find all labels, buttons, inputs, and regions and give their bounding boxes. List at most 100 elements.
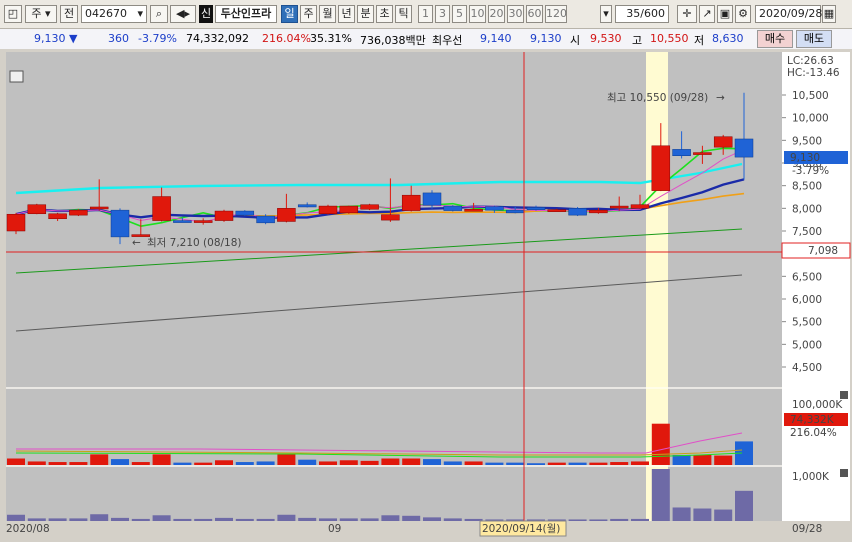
- window-icon[interactable]: ◰: [4, 5, 22, 23]
- interval-button[interactable]: 1: [418, 5, 433, 23]
- price-tick-label: 4,500: [792, 362, 822, 374]
- amount-bar: [298, 517, 317, 521]
- crosshair-price: 7,098: [808, 245, 838, 257]
- current-pct-label: -3.79%: [792, 165, 829, 177]
- amount-bar: [215, 517, 233, 521]
- code-input[interactable]: 042670 ▾: [81, 5, 147, 23]
- interval-button[interactable]: 20: [488, 5, 505, 23]
- interval-button[interactable]: 60: [526, 5, 543, 23]
- period-button[interactable]: 초: [376, 5, 393, 23]
- bid-price: 9,130: [530, 32, 562, 45]
- amount-bar: [173, 518, 192, 521]
- interval-button[interactable]: 3: [435, 5, 450, 23]
- amount-bar: [714, 509, 733, 521]
- current-price: 9,130 ▼: [34, 32, 78, 45]
- candle-body: [651, 145, 671, 191]
- volume-bar: [610, 462, 629, 465]
- candle-body: [27, 204, 47, 215]
- amount-bar: [589, 519, 608, 521]
- period-button[interactable]: 일: [281, 5, 298, 23]
- price-tick-label: 6,500: [792, 271, 822, 283]
- candle-body: [734, 138, 754, 158]
- amount: 736,038백만: [360, 34, 426, 47]
- price-tick-label: 6,000: [792, 294, 822, 306]
- candle-body: [339, 205, 359, 214]
- candle-body: [152, 196, 171, 221]
- market-select[interactable]: 주 ▾: [25, 5, 57, 23]
- volume-bar: [256, 461, 275, 465]
- volume-collapse-icon[interactable]: [840, 391, 848, 399]
- candle-body: [547, 209, 567, 212]
- interval-button[interactable]: 30: [507, 5, 524, 23]
- price-tick-label: 8,500: [792, 181, 822, 193]
- draw-icon[interactable]: ↗: [699, 5, 715, 23]
- crosshair-icon[interactable]: ✛: [677, 5, 697, 23]
- candle-body: [69, 209, 88, 216]
- amount-collapse-icon[interactable]: [840, 469, 848, 477]
- candle-body: [297, 204, 317, 208]
- interval-dropdown[interactable]: ▾: [600, 5, 612, 23]
- candle-body: [89, 206, 109, 210]
- amount-bar: [69, 518, 88, 521]
- x-axis-label: 09: [328, 523, 341, 535]
- amount-bar: [693, 508, 712, 521]
- interval-button[interactable]: 10: [469, 5, 486, 23]
- chart-toolbar: ◰ 주 ▾ 전 042670 ▾ ⌕ ◀▸ 신 두산인프라 일주월년분초틱1351…: [0, 0, 852, 29]
- low-price: 8,630: [712, 32, 744, 45]
- amount-bar: [90, 514, 109, 521]
- amount-bar: [423, 517, 441, 521]
- candle-body: [589, 209, 608, 214]
- period-button[interactable]: 주: [300, 5, 317, 23]
- change-pct: -3.79%: [138, 32, 177, 45]
- candle-body: [256, 215, 275, 224]
- candle-body: [318, 205, 338, 215]
- buy-button[interactable]: 매수: [757, 30, 793, 48]
- lc-indicator: LC:26.63: [787, 55, 834, 67]
- search-icon[interactable]: ⌕: [150, 5, 168, 23]
- volume-bar: [131, 462, 150, 465]
- x-axis-label: 2020/08: [6, 523, 50, 535]
- interval-button[interactable]: 5: [452, 5, 467, 23]
- price-tick-label: 10,500: [792, 90, 829, 102]
- sell-button[interactable]: 매도: [796, 30, 832, 48]
- speaker-icon[interactable]: ◀▸: [170, 5, 196, 23]
- volume-bar: [173, 462, 192, 465]
- volume-bar: [714, 455, 733, 465]
- candle-body: [48, 213, 67, 220]
- change: 360: [108, 32, 129, 45]
- hc-indicator: HC:-13.46: [787, 67, 840, 79]
- period-button[interactable]: 년: [338, 5, 355, 23]
- count-input[interactable]: 35/600: [615, 5, 669, 23]
- candle-body: [235, 210, 255, 216]
- volume-bar: [506, 462, 525, 465]
- price-chart[interactable]: 10,50010,0009,5009,0008,5008,0007,5007,0…: [0, 49, 852, 542]
- amount-bar: [152, 515, 171, 521]
- amount-bar: [277, 514, 296, 521]
- candle-body: [630, 204, 650, 209]
- volume-bar: [443, 461, 462, 465]
- save-icon[interactable]: ▣: [717, 5, 733, 23]
- gear-icon[interactable]: ⚙: [735, 5, 751, 23]
- date-input[interactable]: 2020/09/28: [755, 5, 822, 23]
- amount-bar: [235, 518, 254, 521]
- prev-button[interactable]: 전: [60, 5, 78, 23]
- amount-bar: [48, 518, 67, 521]
- price-tick-label: 5,000: [792, 339, 822, 351]
- amount-bar: [111, 517, 129, 521]
- period-button[interactable]: 월: [319, 5, 336, 23]
- turnover: 35.31%: [310, 32, 352, 45]
- grid-icon[interactable]: [9, 70, 24, 83]
- volume-bar: [485, 462, 504, 465]
- calendar-icon[interactable]: ▦: [822, 5, 836, 23]
- candle-body: [609, 205, 629, 209]
- volume-bar: [339, 460, 358, 465]
- crosshair-date: 2020/09/14(월): [482, 523, 560, 535]
- volume-bar: [90, 454, 109, 465]
- stock-name: 두산인프라: [215, 5, 277, 23]
- volume-pct-label: 216.04%: [790, 427, 837, 439]
- period-button[interactable]: 분: [357, 5, 374, 23]
- candle-body: [713, 136, 733, 148]
- interval-button[interactable]: 120: [545, 5, 567, 23]
- period-button[interactable]: 틱: [395, 5, 412, 23]
- volume-bar: [48, 462, 67, 465]
